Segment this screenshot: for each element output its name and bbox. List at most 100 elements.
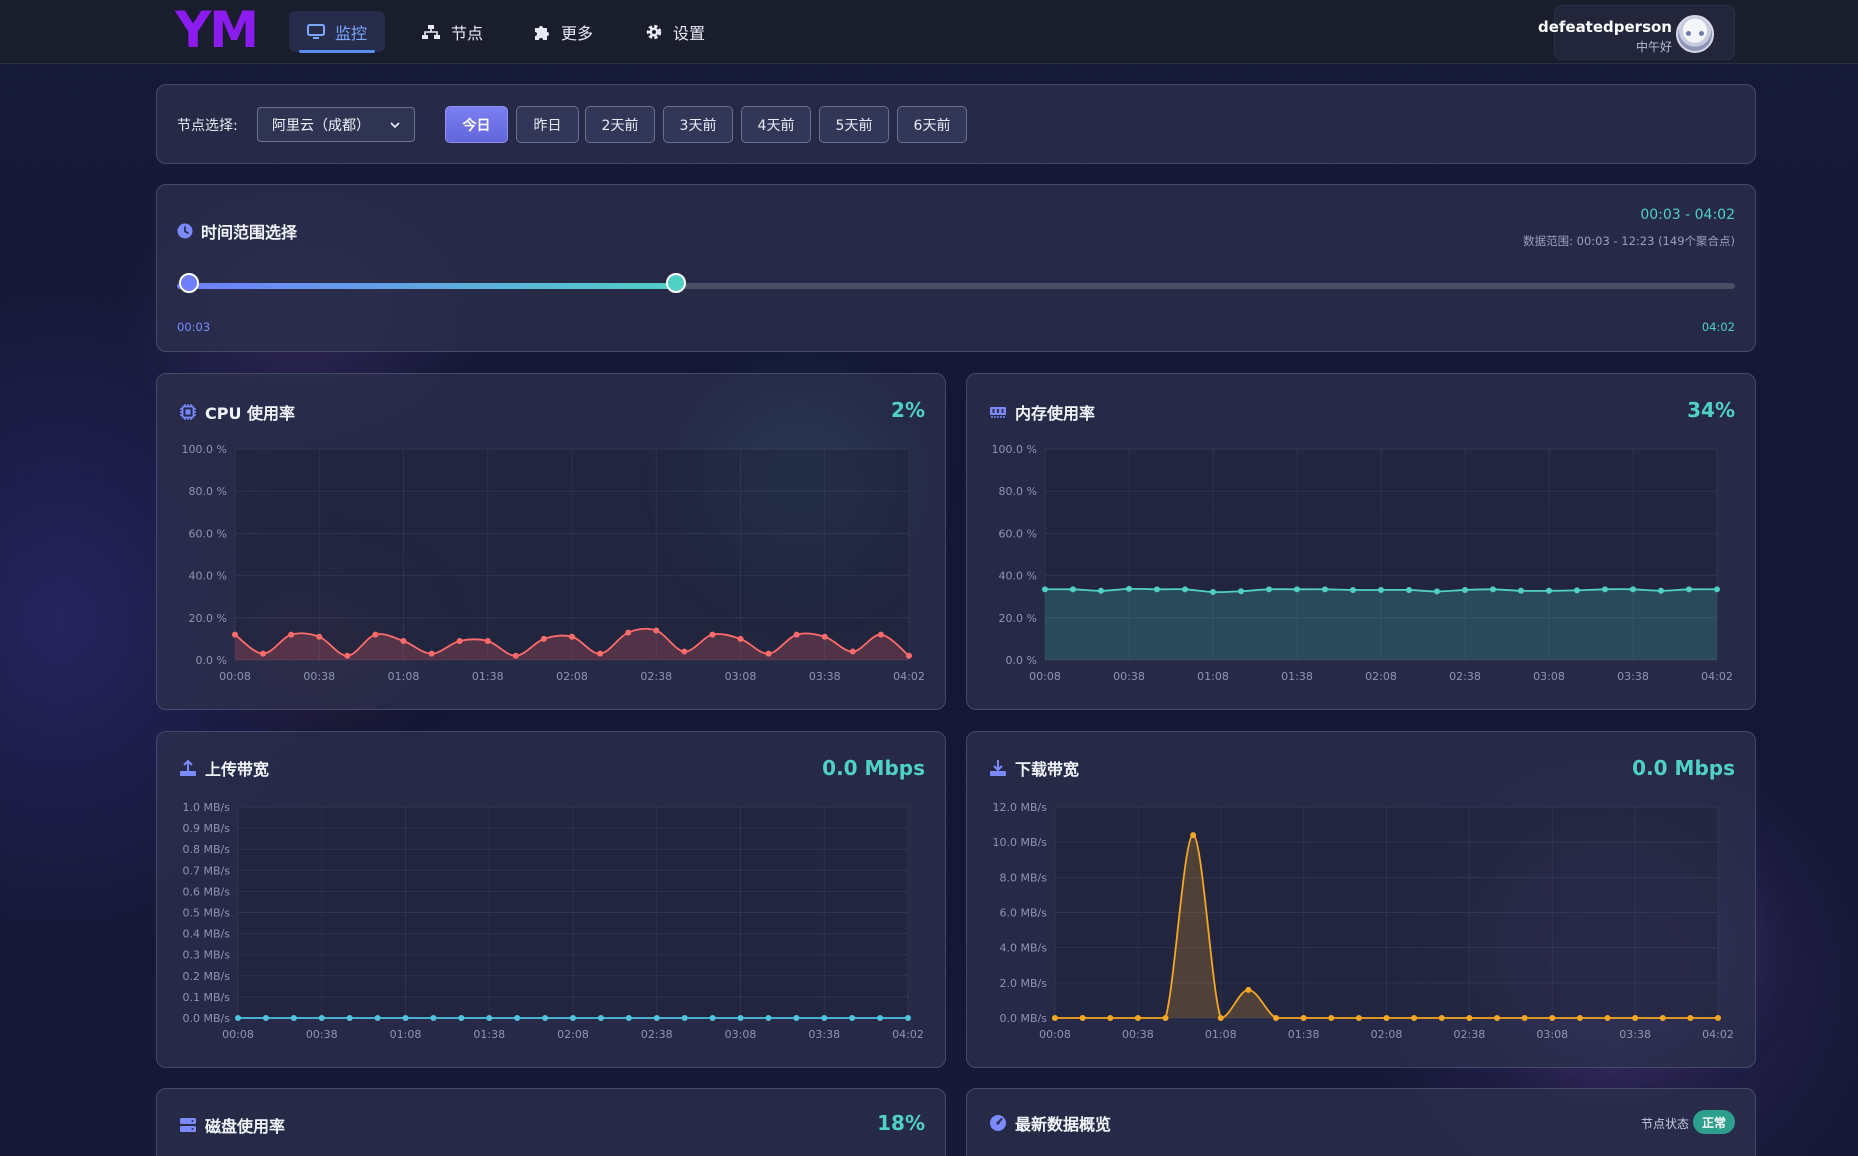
data-point bbox=[1378, 586, 1384, 593]
data-point bbox=[597, 1015, 604, 1021]
overview-card-title-text: 最新数据概览 bbox=[1015, 1115, 1112, 1134]
x-tick-label: 03:38 bbox=[1617, 670, 1649, 683]
data-point bbox=[821, 1015, 828, 1021]
nav-item-more[interactable]: 更多 bbox=[515, 11, 611, 52]
x-tick-label: 01:38 bbox=[1281, 670, 1313, 683]
disk-card-title-text: 磁盘使用率 bbox=[205, 1117, 286, 1136]
day-button-4-days-ago[interactable]: 4天前 bbox=[741, 106, 811, 143]
nav-item-label: 设置 bbox=[673, 23, 706, 43]
data-point bbox=[1154, 586, 1160, 593]
user-greeting: 中午好 bbox=[1635, 40, 1672, 54]
nav-item-nodes[interactable]: 节点 bbox=[403, 11, 501, 52]
data-point bbox=[262, 1015, 269, 1021]
data-point bbox=[260, 650, 267, 657]
data-range-text: 数据范围: 00:03 - 12:23 (149个聚合点) bbox=[1523, 234, 1735, 248]
data-point bbox=[1659, 1015, 1666, 1021]
cpu-card-title-text: CPU 使用率 bbox=[205, 404, 296, 423]
y-tick-label: 60.0 % bbox=[189, 527, 227, 540]
y-tick-label: 0.5 MB/s bbox=[183, 907, 231, 920]
y-tick-label: 40.0 % bbox=[189, 570, 227, 583]
day-button-2-days-ago[interactable]: 2天前 bbox=[585, 106, 655, 143]
data-point bbox=[1238, 588, 1244, 595]
x-tick-label: 01:08 bbox=[390, 1028, 422, 1041]
data-point bbox=[625, 1015, 632, 1021]
x-tick-label: 00:08 bbox=[222, 1028, 254, 1041]
x-tick-label: 01:38 bbox=[1288, 1028, 1320, 1041]
day-button-3-days-ago[interactable]: 3天前 bbox=[663, 106, 733, 143]
data-point bbox=[514, 1015, 521, 1021]
data-point bbox=[1350, 586, 1356, 593]
data-point bbox=[737, 1015, 744, 1021]
x-tick-label: 02:08 bbox=[1365, 670, 1397, 683]
y-tick-label: 10.0 MB/s bbox=[993, 836, 1048, 849]
y-tick-label: 0.8 MB/s bbox=[183, 843, 231, 856]
data-point bbox=[737, 635, 744, 642]
upload-icon bbox=[179, 759, 197, 777]
data-point bbox=[456, 638, 463, 645]
x-tick-label: 02:38 bbox=[640, 670, 672, 683]
disk-card-title: 磁盘使用率 bbox=[179, 1113, 285, 1137]
data-point bbox=[1549, 1015, 1556, 1021]
data-point bbox=[402, 1015, 409, 1021]
memory-card-title-text: 内存使用率 bbox=[1015, 404, 1096, 423]
data-point bbox=[1434, 588, 1440, 595]
x-tick-label: 00:38 bbox=[303, 670, 335, 683]
data-point bbox=[1182, 586, 1188, 593]
data-point bbox=[484, 638, 491, 645]
memory-chart: 0.0 % 20.0 % 40.0 % 60.0 % 80.0 % 100.0 % 00:0… bbox=[992, 443, 1733, 683]
cpu-chart: 0.0 % 20.0 % 40.0 % 60.0 % 80.0 % 100.0 % 00:0… bbox=[182, 443, 925, 683]
y-tick-label: 80.0 % bbox=[189, 485, 227, 498]
data-point bbox=[1322, 586, 1328, 593]
data-point bbox=[400, 638, 407, 645]
download-bandwidth-card: 下载带宽 0.0 Mbps 0.0 MB/s 2.0 MB/s 4.0 MB/s 6.… bbox=[966, 731, 1756, 1068]
day-button-5-days-ago[interactable]: 5天前 bbox=[819, 106, 889, 143]
gauge-icon bbox=[989, 1114, 1007, 1132]
data-point bbox=[793, 631, 800, 638]
time-range-track[interactable] bbox=[177, 283, 1735, 289]
data-point bbox=[1714, 586, 1720, 593]
cpu-icon bbox=[179, 403, 197, 421]
download-value: 0.0 Mbps bbox=[1632, 756, 1735, 780]
data-point bbox=[1079, 1015, 1086, 1021]
data-point bbox=[877, 631, 884, 638]
y-tick-label: 80.0 % bbox=[999, 485, 1037, 498]
nav-item-settings[interactable]: 设置 bbox=[627, 11, 723, 52]
download-chart: 0.0 MB/s 2.0 MB/s 4.0 MB/s 6.0 MB/s 8.0 MB/s… bbox=[993, 801, 1734, 1041]
data-point bbox=[540, 635, 547, 642]
app-logo[interactable]: YM bbox=[175, 2, 259, 58]
nav-item-monitor[interactable]: 监控 bbox=[289, 11, 386, 53]
range-end-handle[interactable] bbox=[665, 273, 686, 293]
data-point bbox=[625, 629, 632, 636]
day-button-yesterday[interactable]: 昨日 bbox=[516, 106, 579, 143]
memory-icon bbox=[989, 404, 1007, 420]
user-menu[interactable]: defeatedperson 中午好 bbox=[1538, 5, 1735, 60]
y-tick-label: 8.0 MB/s bbox=[1000, 871, 1048, 884]
nav-item-label: 更多 bbox=[561, 23, 594, 43]
day-button-today[interactable]: 今日 bbox=[445, 106, 508, 143]
x-tick-label: 03:38 bbox=[809, 670, 841, 683]
x-tick-label: 00:08 bbox=[219, 670, 251, 683]
y-tick-label: 100.0 % bbox=[182, 443, 227, 456]
upload-card-title-text: 上传带宽 bbox=[205, 760, 270, 779]
y-tick-label: 20.0 % bbox=[189, 612, 227, 625]
data-point bbox=[1466, 1015, 1473, 1021]
y-tick-label: 0.2 MB/s bbox=[183, 970, 231, 983]
node-select-dropdown[interactable]: 阿里云（成都） bbox=[257, 107, 415, 142]
x-tick-label: 03:08 bbox=[1533, 670, 1565, 683]
data-point bbox=[1518, 587, 1524, 594]
data-point bbox=[1190, 832, 1197, 839]
time-range-fill bbox=[177, 283, 676, 289]
x-tick-label: 00:08 bbox=[1039, 1028, 1071, 1041]
data-point bbox=[512, 652, 519, 659]
y-tick-label: 4.0 MB/s bbox=[1000, 942, 1048, 955]
upload-chart: 0.0 MB/s 0.1 MB/s 0.2 MB/s 0.3 MB/s 0.4 MB/s… bbox=[183, 801, 924, 1041]
memory-card-title: 内存使用率 bbox=[989, 400, 1095, 424]
upload-card-title: 上传带宽 bbox=[179, 756, 269, 780]
data-point bbox=[1300, 1015, 1307, 1021]
y-tick-label: 100.0 % bbox=[992, 443, 1037, 456]
day-button-6-days-ago[interactable]: 6天前 bbox=[897, 106, 967, 143]
data-point bbox=[1266, 586, 1272, 593]
range-start-handle[interactable] bbox=[179, 273, 199, 293]
x-tick-label: 01:38 bbox=[473, 1028, 505, 1041]
avatar[interactable] bbox=[1676, 15, 1714, 53]
